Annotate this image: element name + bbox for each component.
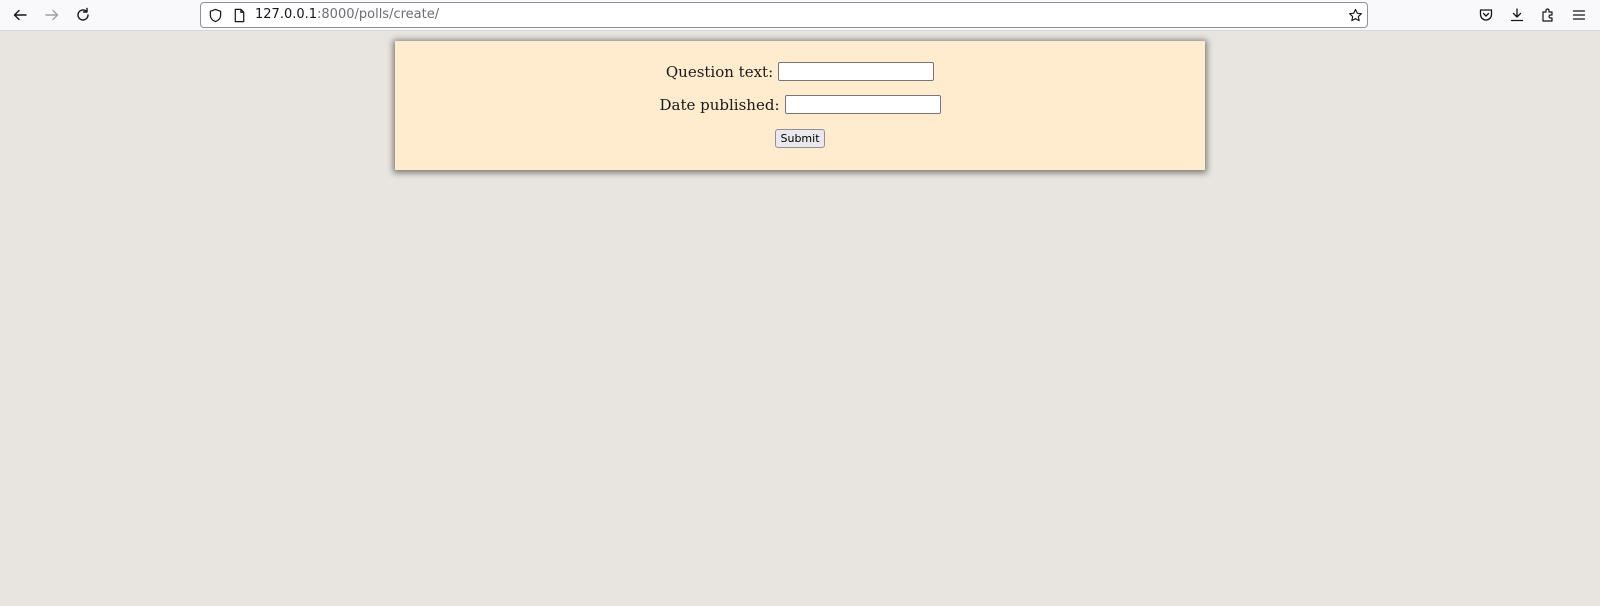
url-host: 127.0.0.1 — [255, 7, 318, 22]
question-text-row: Question text: — [395, 62, 1205, 81]
date-published-row: Date published: — [395, 95, 1205, 114]
address-bar[interactable]: 127.0.0.1:8000/polls/create/ — [200, 2, 1368, 28]
pocket-button[interactable] — [1474, 4, 1498, 26]
reload-button[interactable] — [71, 4, 95, 26]
menu-button[interactable] — [1567, 4, 1591, 26]
arrow-right-icon — [45, 9, 59, 21]
extensions-button[interactable] — [1536, 4, 1560, 26]
reload-icon — [77, 7, 89, 21]
download-icon — [1510, 8, 1524, 22]
submit-button[interactable]: Submit — [775, 129, 825, 148]
back-button[interactable] — [8, 4, 32, 26]
url-text[interactable]: 127.0.0.1:8000/polls/create/ — [255, 7, 439, 23]
date-published-label: Date published: — [659, 95, 780, 114]
date-published-input[interactable] — [784, 95, 941, 114]
forward-button[interactable] — [40, 4, 64, 26]
bookmark-star-icon[interactable] — [1347, 7, 1363, 23]
page-info-icon[interactable] — [231, 7, 247, 23]
tracking-shield-icon[interactable] — [207, 7, 223, 23]
puzzle-icon — [1542, 8, 1553, 22]
pocket-icon — [1479, 9, 1493, 21]
question-text-label: Question text: — [665, 62, 774, 81]
poll-create-form: Question text: Date published: Submit — [395, 41, 1205, 170]
submit-row: Submit — [395, 129, 1205, 148]
url-path: :8000/polls/create/ — [317, 7, 440, 22]
arrow-left-icon — [13, 9, 27, 21]
downloads-button[interactable] — [1505, 4, 1529, 26]
hamburger-menu-icon — [1572, 10, 1586, 20]
browser-toolbar: 127.0.0.1:8000/polls/create/ — [0, 0, 1600, 31]
question-text-input[interactable] — [778, 62, 935, 81]
